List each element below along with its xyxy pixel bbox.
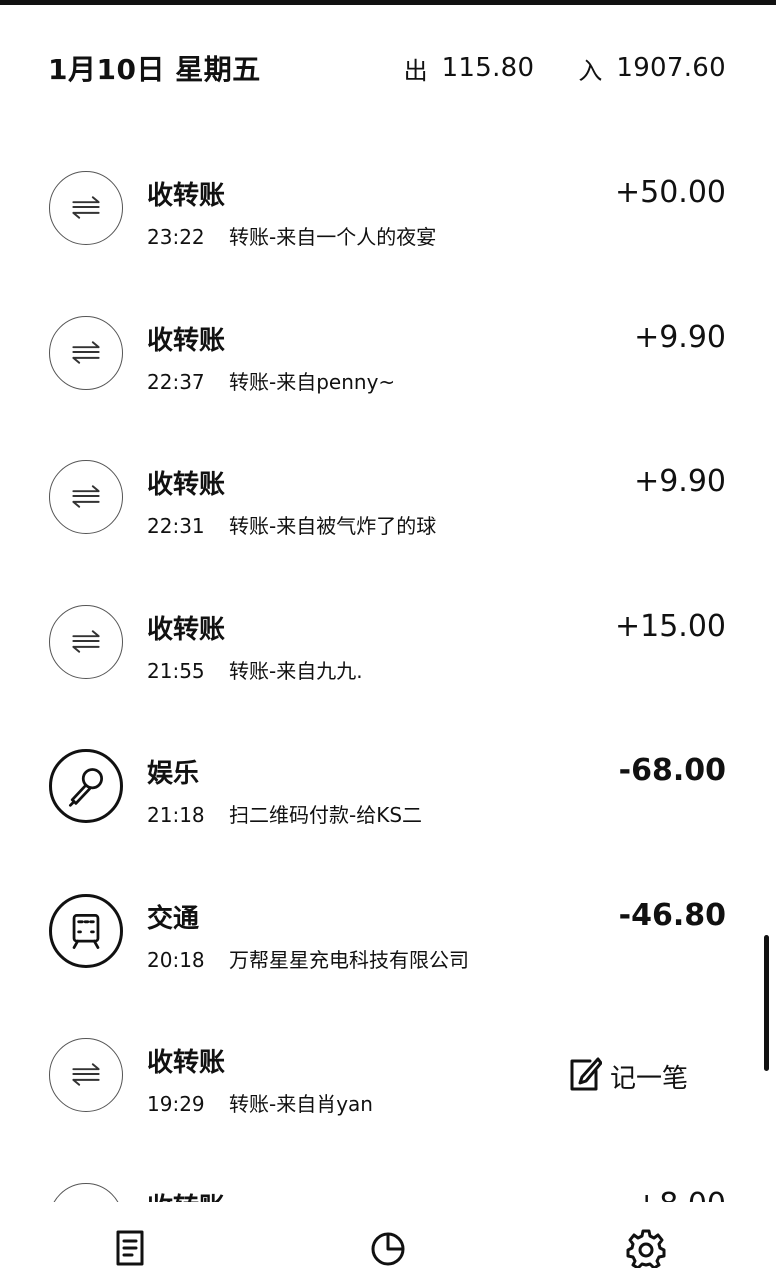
- transaction-detail: 21:18 扫二维码付款-给KS二: [147, 799, 422, 828]
- transfer-icon: [49, 1038, 123, 1112]
- transaction-row[interactable]: 收转账 +8.00: [0, 1157, 776, 1203]
- gear-icon: [626, 1229, 666, 1270]
- transaction-title: 娱乐: [147, 759, 200, 789]
- transfer-icon: [49, 171, 123, 245]
- transaction-time: 21:18: [147, 803, 205, 827]
- pie-chart-icon: [371, 1232, 405, 1266]
- transaction-detail: 22:31 转账-来自被气炸了的球: [147, 510, 436, 539]
- transaction-time: 21:55: [147, 658, 205, 683]
- nav-settings[interactable]: [626, 1228, 666, 1270]
- bottom-nav: [0, 1202, 776, 1280]
- transfer-icon: [49, 1182, 123, 1202]
- income-label: 入: [578, 56, 603, 85]
- transaction-desc: 转账-来自九九.: [229, 658, 363, 683]
- transaction-row[interactable]: 交通 20:18 万帮星星充电科技有限公司 -46.80: [0, 868, 776, 1013]
- transaction-amount: +9.90: [634, 319, 726, 355]
- transaction-row[interactable]: 收转账 23:22 转账-来自一个人的夜宴 +50.00: [0, 145, 776, 290]
- transaction-amount: -46.80: [618, 897, 726, 933]
- add-record-label: 记一笔: [610, 1063, 689, 1094]
- transaction-detail: 19:29 转账-来自肖yan: [147, 1088, 373, 1117]
- top-divider: [0, 0, 776, 5]
- nav-stats[interactable]: [368, 1228, 408, 1268]
- transaction-title: 收转账: [147, 1187, 225, 1203]
- microphone-icon: [49, 749, 123, 823]
- expense-label: 出: [403, 56, 428, 85]
- add-record-button[interactable]: 记一笔: [568, 1054, 689, 1098]
- transaction-amount: -68.00: [618, 753, 726, 788]
- transaction-detail: 21:55 转账-来自九九.: [147, 655, 363, 684]
- transaction-time: 22:31: [147, 514, 205, 538]
- day-summary-header: 1月10日 星期五 出 115.80 入 1907.60: [48, 44, 726, 92]
- transaction-amount: +9.90: [634, 464, 726, 499]
- transaction-time: 22:37: [147, 369, 205, 394]
- day-totals: 出 115.80 入 1907.60: [404, 51, 726, 86]
- transaction-desc: 转账-来自一个人的夜宴: [229, 225, 437, 249]
- date-label: 1月10日 星期五: [48, 53, 261, 86]
- transaction-title: 收转账: [147, 614, 226, 645]
- transaction-title: 收转账: [147, 470, 226, 500]
- transaction-time: 19:29: [147, 1092, 205, 1116]
- edit-icon: [568, 1055, 603, 1097]
- transaction-detail: 23:22 转账-来自一个人的夜宴: [147, 221, 436, 250]
- transaction-title: 交通: [147, 903, 200, 934]
- transfer-icon: [49, 315, 123, 390]
- transaction-title: 收转账: [147, 325, 226, 356]
- transaction-row[interactable]: 收转账 22:37 转账-来自penny~ +9.90: [0, 290, 776, 435]
- train-icon: [49, 893, 123, 968]
- scrollbar-thumb[interactable]: [764, 935, 769, 1071]
- transaction-desc: 转账-来自肖yan: [229, 1092, 373, 1116]
- transaction-desc: 万帮星星充电科技有限公司: [229, 947, 469, 972]
- transfer-icon: [49, 460, 123, 534]
- transaction-desc: 转账-来自被气炸了的球: [229, 514, 437, 538]
- transaction-list[interactable]: 收转账 23:22 转账-来自一个人的夜宴 +50.00 收转账 22:37 转账-…: [0, 145, 776, 1202]
- transaction-detail: 20:18 万帮星星充电科技有限公司: [147, 944, 469, 973]
- transaction-amount: +8.00: [634, 1187, 726, 1203]
- transaction-amount: +50.00: [614, 175, 726, 210]
- nav-bills[interactable]: [110, 1228, 150, 1268]
- transaction-row[interactable]: 收转账 21:55 转账-来自九九. +15.00: [0, 579, 776, 724]
- transaction-amount: +15.00: [614, 608, 726, 644]
- income-total: 1907.60: [616, 53, 726, 83]
- transaction-row[interactable]: 娱乐 21:18 扫二维码付款-给KS二 -68.00: [0, 723, 776, 868]
- expense-total: 115.80: [441, 53, 535, 83]
- transaction-time: 20:18: [147, 947, 205, 972]
- bill-list-icon: [116, 1230, 144, 1266]
- transaction-time: 23:22: [147, 225, 205, 249]
- transaction-desc: 扫二维码付款-给KS二: [229, 803, 423, 827]
- transaction-detail: 22:37 转账-来自penny~: [147, 366, 395, 395]
- transaction-title: 收转账: [147, 1048, 226, 1078]
- transaction-desc: 转账-来自penny~: [229, 369, 396, 394]
- transaction-row[interactable]: 收转账 22:31 转账-来自被气炸了的球 +9.90: [0, 434, 776, 579]
- transfer-icon: [49, 604, 123, 679]
- transaction-title: 收转账: [147, 181, 226, 211]
